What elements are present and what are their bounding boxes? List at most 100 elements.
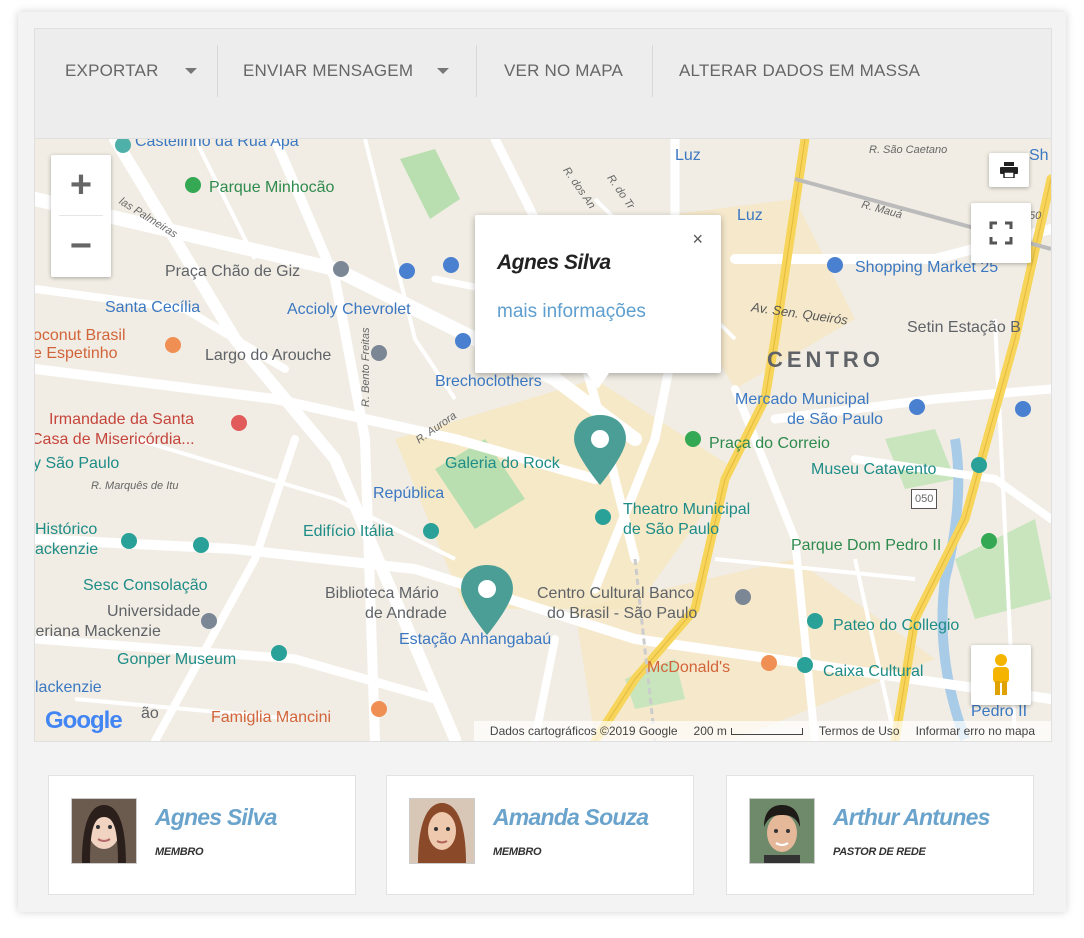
map-label: do Brasil - São Paulo bbox=[547, 605, 698, 622]
google-logo: Google bbox=[45, 707, 123, 735]
map-label: Praça Chão de Giz bbox=[165, 263, 301, 280]
member-card[interactable]: Arthur Antunes PASTOR DE REDE bbox=[726, 775, 1034, 895]
terms-link[interactable]: Termos de Uso bbox=[819, 724, 900, 738]
avatar bbox=[409, 798, 475, 864]
shop-pin-icon bbox=[827, 257, 843, 273]
restaurant-pin-icon bbox=[761, 655, 777, 671]
plus-icon: + bbox=[69, 163, 93, 206]
member-name[interactable]: Agnes Silva bbox=[155, 804, 277, 831]
museum-icon bbox=[121, 533, 137, 549]
member-card[interactable]: Amanda Souza MEMBRO bbox=[386, 775, 694, 895]
map-label: ackenzie bbox=[35, 541, 99, 558]
map-label: Sh bbox=[1029, 147, 1049, 164]
shop-pin-icon bbox=[399, 263, 415, 279]
export-label: EXPORTAR bbox=[65, 61, 159, 80]
map-label: de Andrade bbox=[365, 605, 447, 622]
map-label: Parque Dom Pedro II bbox=[791, 537, 942, 554]
map-label: McDonald's bbox=[647, 659, 731, 676]
map-label: y São Paulo bbox=[34, 455, 120, 472]
close-icon[interactable]: × bbox=[692, 229, 703, 250]
map-label: Caixa Cultural bbox=[823, 663, 924, 680]
report-error-link[interactable]: Informar erro no mapa bbox=[916, 724, 1035, 738]
view-map-button[interactable]: VER NO MAPA bbox=[504, 29, 623, 113]
zoom-out-button[interactable]: − bbox=[51, 216, 111, 276]
shop-pin-icon bbox=[443, 257, 459, 273]
metro-station-label: Luz bbox=[675, 147, 701, 164]
hospital-icon bbox=[231, 415, 247, 431]
street-label: R. Bento Freitas bbox=[360, 327, 372, 407]
google-logo-text: Google bbox=[45, 707, 123, 734]
fullscreen-button[interactable] bbox=[971, 203, 1031, 263]
fullscreen-icon bbox=[989, 221, 1013, 245]
avatar bbox=[71, 798, 137, 864]
metro-station-label: Luz bbox=[737, 207, 763, 224]
export-dropdown[interactable]: EXPORTAR bbox=[65, 29, 197, 113]
toolbar-divider bbox=[217, 45, 218, 97]
map-attribution: Dados cartográficos ©2019 Google 200 m T… bbox=[473, 721, 1051, 741]
metro-station-label: Santa Cecília bbox=[105, 299, 201, 316]
metro-station-label: lackenzie bbox=[35, 679, 102, 696]
map-label: Praça do Correio bbox=[709, 435, 830, 452]
park-icon bbox=[685, 431, 701, 447]
map-label: Centro Cultural Banco bbox=[537, 585, 695, 602]
bulk-edit-button[interactable]: ALTERAR DADOS EM MASSA bbox=[679, 29, 920, 113]
print-button[interactable] bbox=[989, 153, 1029, 187]
send-message-dropdown[interactable]: ENVIAR MENSAGEM bbox=[243, 29, 450, 113]
shop-pin-icon bbox=[909, 399, 925, 415]
chevron-down-icon bbox=[437, 68, 450, 74]
send-message-label: ENVIAR MENSAGEM bbox=[243, 61, 414, 80]
map-label: Casa de Misericórdia... bbox=[34, 431, 195, 448]
theatre-icon bbox=[595, 509, 611, 525]
shop-pin-icon bbox=[1015, 401, 1031, 417]
route-shield: 050 bbox=[911, 489, 938, 509]
map-label: ão bbox=[141, 705, 159, 722]
printer-icon bbox=[1000, 162, 1018, 178]
map-label: Sesc Consolação bbox=[83, 577, 208, 594]
museum-icon bbox=[193, 537, 209, 553]
map-view[interactable]: Castelinho da Rua Apa Parque Minhocão la… bbox=[34, 138, 1052, 742]
map-label: Universidade bbox=[107, 603, 201, 620]
map-label: Castelinho da Rua Apa bbox=[135, 138, 299, 150]
member-name[interactable]: Arthur Antunes bbox=[833, 804, 990, 831]
member-role: MEMBRO bbox=[493, 846, 542, 858]
bulk-edit-label: ALTERAR DADOS EM MASSA bbox=[679, 61, 921, 80]
map-label: Pateo do Collegio bbox=[833, 617, 960, 634]
metro-station-label: República bbox=[373, 485, 445, 502]
zoom-control: + − bbox=[51, 155, 111, 277]
district-label: CENTRO bbox=[767, 347, 884, 372]
member-name[interactable]: Amanda Souza bbox=[493, 804, 649, 831]
map-label: Histórico bbox=[35, 521, 98, 538]
map-label: de São Paulo bbox=[787, 411, 884, 428]
restaurant-pin-icon bbox=[371, 701, 387, 717]
popup-title: Agnes Silva bbox=[497, 251, 611, 274]
park-icon bbox=[185, 177, 201, 193]
member-list: Agnes Silva MEMBRO Amanda Souza MEMBRO A… bbox=[48, 775, 1038, 895]
map-label: Largo do Arouche bbox=[205, 347, 332, 364]
map-info-popup: × Agnes Silva mais informações bbox=[475, 215, 721, 389]
street-label: R. Marquês de Itu bbox=[91, 480, 179, 492]
scale-label: 200 m bbox=[693, 724, 727, 738]
map-label: de São Paulo bbox=[623, 521, 720, 538]
zoom-in-button[interactable]: + bbox=[51, 155, 111, 215]
map-label: Galeria do Rock bbox=[445, 455, 560, 472]
map-label: Mercado Municipal bbox=[735, 391, 870, 408]
chevron-down-icon bbox=[184, 68, 197, 74]
map-label: Gonper Museum bbox=[117, 651, 237, 668]
metro-station-label: Estação Anhangabaú bbox=[399, 631, 552, 648]
map-label: Pedro II bbox=[971, 703, 1028, 720]
place-pin-icon bbox=[201, 613, 217, 629]
scale-bar bbox=[730, 727, 803, 735]
pegman-icon bbox=[993, 654, 1009, 695]
map-label: teriana Mackenzie bbox=[34, 623, 161, 640]
avatar bbox=[749, 798, 815, 864]
member-card[interactable]: Agnes Silva MEMBRO bbox=[48, 775, 356, 895]
view-map-label: VER NO MAPA bbox=[504, 61, 624, 80]
toolbar-divider bbox=[476, 45, 477, 97]
street-view-button[interactable] bbox=[971, 645, 1031, 705]
minus-icon: − bbox=[69, 224, 93, 267]
map-label: Accioly Chevrolet bbox=[287, 301, 411, 318]
street-label: R. São Caetano bbox=[869, 144, 948, 156]
member-role: PASTOR DE REDE bbox=[833, 846, 926, 858]
museum-icon bbox=[797, 657, 813, 673]
more-info-link[interactable]: mais informações bbox=[497, 301, 646, 323]
